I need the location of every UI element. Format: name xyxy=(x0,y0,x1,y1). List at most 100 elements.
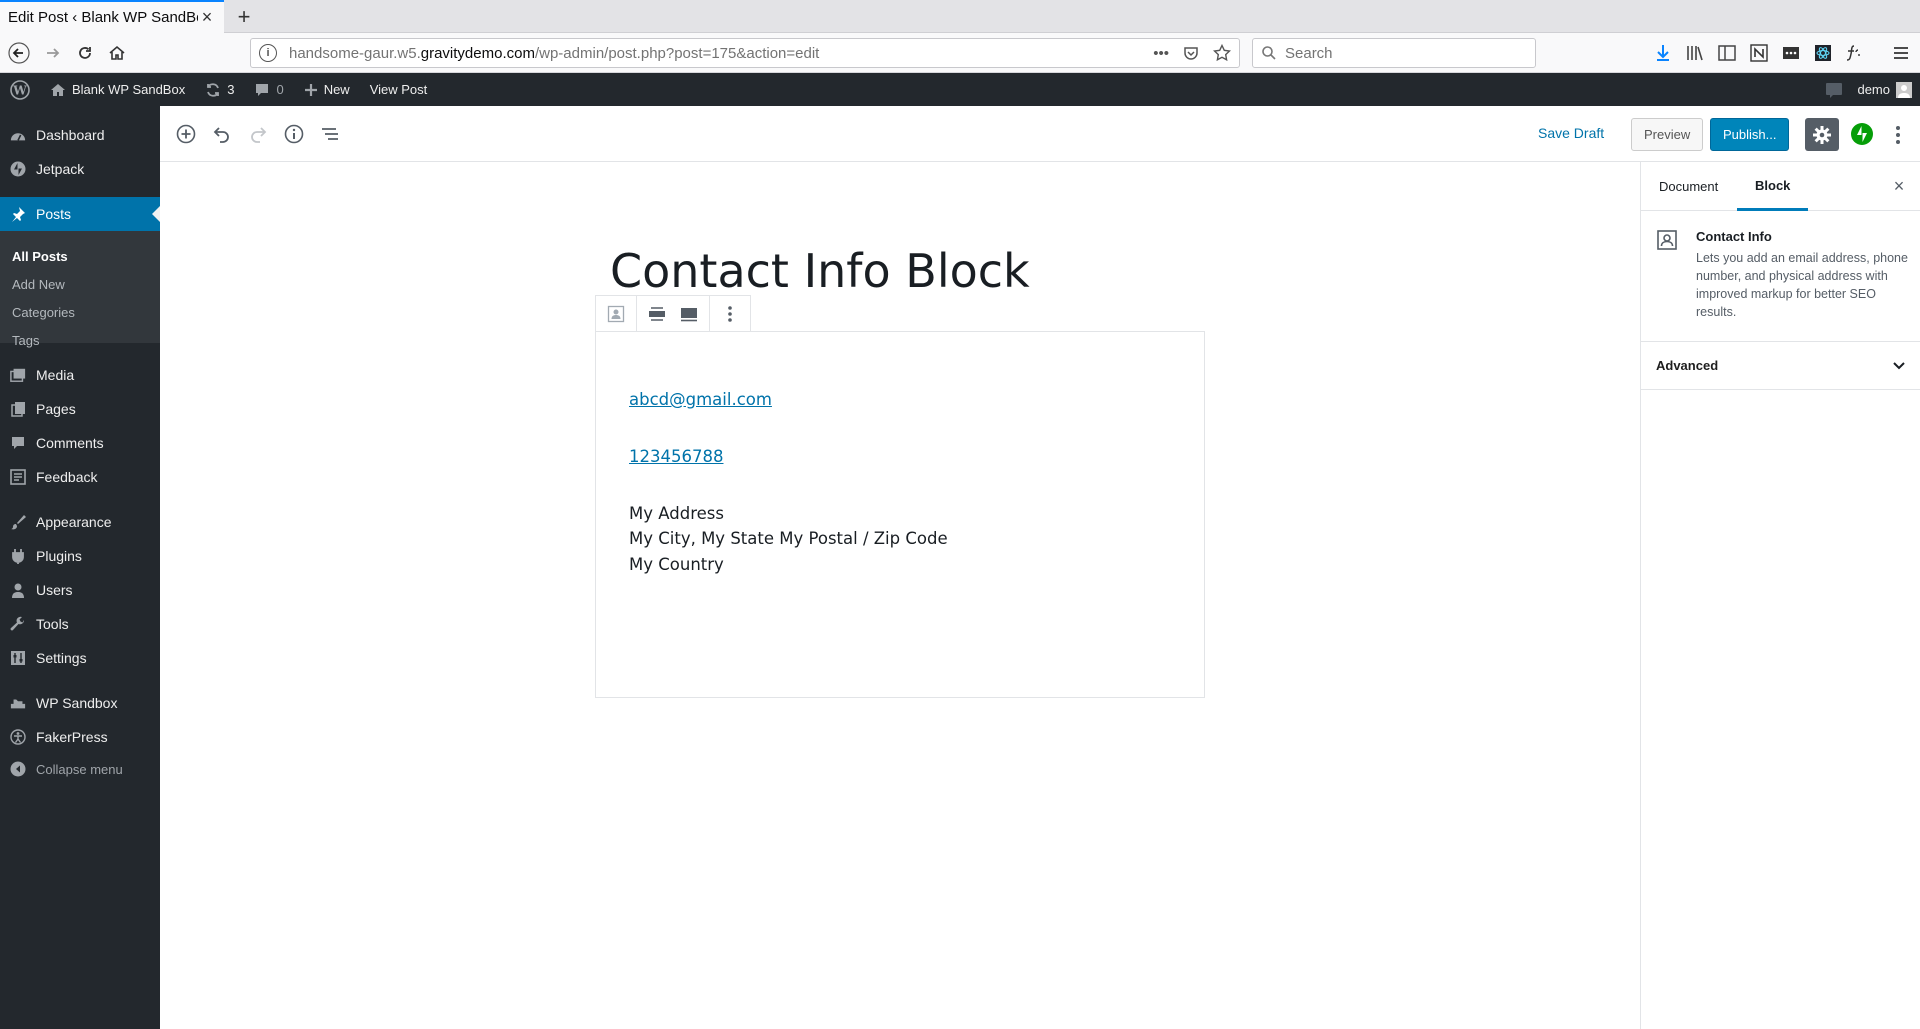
sidebar-item-dashboard[interactable]: Dashboard xyxy=(0,118,160,152)
extension-dots-icon[interactable] xyxy=(1780,42,1802,64)
bookmark-star-icon[interactable] xyxy=(1213,44,1231,62)
notifications-icon[interactable] xyxy=(1825,82,1843,98)
preview-button[interactable]: Preview xyxy=(1631,118,1704,151)
my-account-menu[interactable]: demo xyxy=(1857,73,1912,106)
home-icon xyxy=(51,83,65,96)
forward-button[interactable] xyxy=(38,39,68,67)
url-text[interactable]: handsome-gaur.w5.gravitydemo.com/wp-admi… xyxy=(289,45,1153,62)
site-info-icon[interactable]: i xyxy=(259,44,277,62)
updates-menu[interactable]: 3 xyxy=(195,73,244,106)
block-more-options-button[interactable] xyxy=(714,296,746,332)
browser-search-bar[interactable]: Search xyxy=(1252,38,1536,68)
sidebar-item-comments[interactable]: Comments xyxy=(0,426,160,460)
tab-block[interactable]: Block xyxy=(1737,162,1809,211)
comments-icon xyxy=(10,435,26,451)
wrench-icon xyxy=(10,616,26,632)
save-draft-button[interactable]: Save Draft xyxy=(1532,121,1610,145)
block-navigation-button[interactable] xyxy=(314,118,346,150)
back-arrow-icon xyxy=(8,42,30,64)
tab-close-icon[interactable]: × xyxy=(198,7,216,28)
publish-button[interactable]: Publish... xyxy=(1710,118,1790,151)
sidebar-item-fakerpress[interactable]: FakerPress xyxy=(0,720,160,754)
sidebar-item-tools[interactable]: Tools xyxy=(0,607,160,641)
collapse-menu-button[interactable]: Collapse menu xyxy=(0,752,160,786)
pages-icon xyxy=(10,401,26,417)
view-post-link[interactable]: View Post xyxy=(360,73,438,106)
wp-logo-menu[interactable]: W xyxy=(0,73,40,106)
content-info-button[interactable] xyxy=(278,118,310,150)
comments-menu[interactable]: 0 xyxy=(244,73,293,106)
info-icon xyxy=(284,124,304,144)
avatar xyxy=(1896,81,1912,98)
pocket-icon[interactable] xyxy=(1183,45,1199,61)
sidebar-item-label: Feedback xyxy=(36,469,98,485)
contact-email-link[interactable]: abcd@gmail.com xyxy=(629,390,772,409)
contact-card-icon xyxy=(607,305,625,323)
browser-navbar: i handsome-gaur.w5.gravitydemo.com/wp-ad… xyxy=(0,33,1920,73)
jetpack-icon xyxy=(10,161,26,177)
submenu-tags[interactable]: Tags xyxy=(12,333,39,348)
updates-icon xyxy=(207,82,220,97)
post-title[interactable]: Contact Info Block xyxy=(610,244,1030,298)
sidebar-item-feedback[interactable]: Feedback xyxy=(0,460,160,494)
sidebar-item-users[interactable]: Users xyxy=(0,573,160,607)
back-button[interactable] xyxy=(4,39,34,67)
settings-toggle-button[interactable] xyxy=(1805,118,1839,151)
undo-button[interactable] xyxy=(206,118,238,150)
media-icon xyxy=(10,367,26,383)
new-content-menu[interactable]: New xyxy=(294,73,360,106)
home-button[interactable] xyxy=(102,39,132,67)
submenu-all-posts[interactable]: All Posts xyxy=(12,249,68,264)
plus-circle-icon xyxy=(176,124,196,144)
sidebar-item-wp-sandbox[interactable]: WP Sandbox xyxy=(0,686,160,720)
advanced-panel-toggle[interactable]: Advanced xyxy=(1641,342,1920,390)
address-line-1: My Address xyxy=(629,504,724,523)
library-icon[interactable] xyxy=(1684,42,1706,64)
extension-n-icon[interactable] xyxy=(1748,42,1770,64)
sidebar-item-label: Dashboard xyxy=(36,127,105,143)
browser-tab-active[interactable]: Edit Post ‹ Blank WP SandBox × xyxy=(0,0,224,33)
jetpack-button[interactable] xyxy=(1850,122,1874,146)
submenu-categories[interactable]: Categories xyxy=(12,305,75,320)
add-block-button[interactable] xyxy=(170,118,202,150)
sidebar-toggle-icon[interactable] xyxy=(1716,42,1738,64)
browser-tab-bar: Edit Post ‹ Blank WP SandBox × + xyxy=(0,0,1920,33)
downloads-icon[interactable] xyxy=(1652,42,1674,64)
block-type-button[interactable] xyxy=(600,296,632,332)
more-options-button[interactable] xyxy=(1885,118,1911,151)
new-tab-button[interactable]: + xyxy=(230,3,258,31)
sidebar-item-jetpack[interactable]: Jetpack xyxy=(0,152,160,186)
site-name: Blank WP SandBox xyxy=(72,82,186,97)
sidebar-item-appearance[interactable]: Appearance xyxy=(0,505,160,539)
page-actions-icon[interactable]: ••• xyxy=(1153,45,1169,62)
site-name-menu[interactable]: Blank WP SandBox xyxy=(40,73,195,106)
close-icon[interactable]: × xyxy=(1889,176,1909,196)
reload-button[interactable] xyxy=(70,39,100,67)
paintbrush-icon xyxy=(10,514,26,530)
svg-text:W: W xyxy=(12,83,27,97)
extension-react-icon[interactable] xyxy=(1812,42,1834,64)
tab-title: Edit Post ‹ Blank WP SandBox xyxy=(8,9,198,26)
editor-content-area: Contact Info Block abcd@gmail.com 123456… xyxy=(160,162,1640,1029)
align-wide-button[interactable] xyxy=(641,296,673,332)
avatar-silhouette-icon xyxy=(1898,84,1910,98)
redo-button[interactable] xyxy=(242,118,274,150)
contact-phone-link[interactable]: 123456788 xyxy=(629,447,723,466)
sidebar-item-posts[interactable]: Posts xyxy=(0,197,160,231)
extension-function-icon[interactable] xyxy=(1844,42,1866,64)
comment-bubble-icon xyxy=(256,83,269,96)
feedback-icon xyxy=(10,469,26,485)
sidebar-item-media[interactable]: Media xyxy=(0,358,160,392)
tab-document[interactable]: Document xyxy=(1641,162,1736,211)
align-full-button[interactable] xyxy=(673,296,705,332)
posts-submenu: All Posts Add New Categories Tags xyxy=(0,231,160,348)
sidebar-item-pages[interactable]: Pages xyxy=(0,392,160,426)
sidebar-item-plugins[interactable]: Plugins xyxy=(0,539,160,573)
sidebar-item-settings[interactable]: Settings xyxy=(0,641,160,675)
contact-info-block[interactable]: abcd@gmail.com 123456788 My Address My C… xyxy=(595,331,1205,698)
submenu-add-new[interactable]: Add New xyxy=(12,277,65,292)
admin-sidebar: Dashboard Jetpack Posts All Posts Add Ne… xyxy=(0,106,160,1029)
hamburger-menu-icon[interactable] xyxy=(1890,42,1912,64)
url-bar[interactable]: i handsome-gaur.w5.gravitydemo.com/wp-ad… xyxy=(250,38,1240,68)
redo-icon xyxy=(251,127,267,143)
